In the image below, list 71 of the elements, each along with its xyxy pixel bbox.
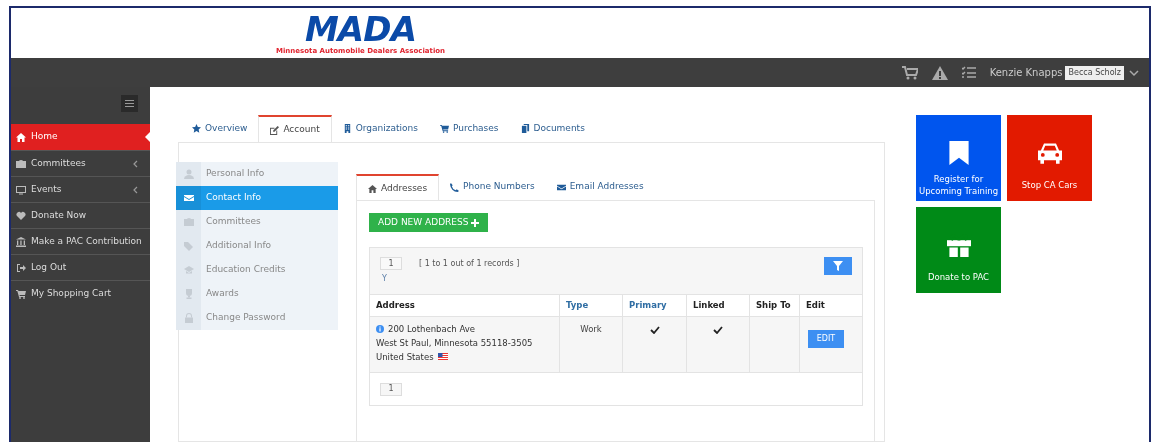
column-header: Address — [375, 299, 416, 313]
sidebar-item[interactable]: Committees — [11, 150, 150, 176]
chevron-down-icon[interactable] — [1129, 68, 1139, 77]
cart-icon — [439, 124, 449, 133]
lock-icon — [183, 313, 194, 323]
address-line: 200 Lothenbach Ave — [388, 323, 475, 336]
bookmark-icon — [946, 141, 971, 165]
building-icon — [342, 124, 352, 133]
user-name[interactable]: Kenzie Knapps — [989, 65, 1063, 81]
check-icon — [713, 326, 723, 334]
tab[interactable]: Overview — [181, 115, 259, 142]
house-icon — [16, 132, 26, 142]
filter-button[interactable] — [824, 257, 852, 275]
address-line: West St Paul, Minnesota 55118-3505 — [376, 336, 533, 350]
sidebar-item[interactable]: Make a PAC Contribution — [11, 228, 150, 254]
checklist-icon[interactable] — [961, 66, 976, 80]
sidebar-item[interactable]: Home — [11, 124, 150, 150]
envelope-icon — [183, 193, 194, 203]
house-icon — [368, 184, 377, 193]
check-icon — [649, 326, 660, 334]
action-tile[interactable]: Donate to PAC — [916, 207, 1001, 293]
trophy-icon — [183, 289, 194, 299]
graduation-cap-icon — [183, 265, 194, 275]
page-number[interactable]: 1 — [380, 257, 402, 270]
bank-icon — [16, 236, 26, 247]
documents-icon — [520, 124, 530, 133]
edit-icon — [270, 125, 280, 135]
star-icon — [192, 124, 201, 133]
user-icon — [183, 169, 194, 179]
plus-icon — [471, 218, 480, 227]
page-number[interactable]: 1 — [380, 382, 402, 396]
column-header[interactable]: Type — [559, 295, 622, 316]
impersonation-badge: Becca Scholz — [1065, 65, 1124, 80]
heart-icon — [16, 210, 26, 221]
warning-icon[interactable] — [931, 65, 948, 80]
briefcase-icon — [16, 158, 26, 169]
cart-icon — [16, 288, 26, 299]
sidebar-item[interactable]: My Shopping Cart — [11, 280, 150, 306]
tab[interactable]: Account — [258, 115, 332, 143]
table-cell: Work — [580, 324, 602, 334]
info-icon[interactable] — [376, 325, 384, 334]
cart-icon[interactable] — [901, 65, 918, 80]
tag-icon — [183, 241, 194, 251]
car-icon — [1037, 141, 1062, 165]
envelope-icon — [556, 182, 566, 192]
sidebar-item[interactable]: Donate Now — [11, 202, 150, 228]
tab[interactable]: Phone Numbers — [439, 174, 546, 200]
address-line: United States — [376, 350, 434, 364]
sidebar-item[interactable]: Events — [11, 176, 150, 202]
column-header[interactable]: Primary — [622, 295, 686, 316]
tab[interactable]: Organizations — [331, 115, 429, 142]
flag-icon — [437, 353, 448, 361]
filter-hint: Y — [382, 273, 388, 285]
tab[interactable]: Documents — [509, 115, 596, 142]
menu-icon — [125, 100, 134, 107]
sign-out-icon — [16, 262, 26, 273]
briefcase-icon — [183, 217, 194, 227]
record-count: [ 1 to 1 out of 1 records ] — [419, 257, 520, 270]
menu-toggle-button[interactable] — [121, 95, 138, 112]
sidebar-item[interactable]: Log Out — [11, 254, 150, 280]
action-tile[interactable]: Register for Upcoming Training — [916, 115, 1001, 201]
column-header: Edit — [799, 295, 862, 316]
tab[interactable]: Addresses — [356, 174, 440, 201]
column-header: Ship To — [749, 295, 799, 316]
filter-icon — [833, 261, 843, 271]
column-header: Linked — [686, 295, 749, 316]
action-tile[interactable]: Stop CA Cars — [1007, 115, 1092, 201]
phone-icon — [450, 182, 460, 192]
tab[interactable]: Email Addresses — [545, 174, 655, 200]
tab[interactable]: Purchases — [428, 115, 510, 142]
monitor-icon — [16, 184, 26, 195]
